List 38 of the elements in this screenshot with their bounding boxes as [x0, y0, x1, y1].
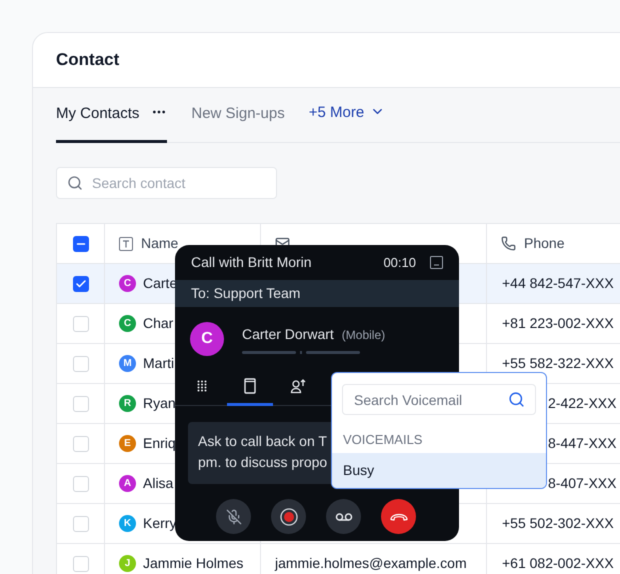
- avatar: J: [119, 555, 136, 572]
- column-header: Name: [141, 234, 178, 253]
- contact-name: Carter Dorwart: [242, 325, 334, 344]
- table-cell-text: +44 842-547-XXX: [502, 274, 614, 293]
- table-cell-text: Enriq: [143, 434, 176, 453]
- table-cell-text: +81 223-002-XXX: [502, 314, 614, 333]
- avatar: R: [119, 395, 136, 412]
- column-header: Phone: [524, 234, 564, 253]
- call-title: Call with Britt Morin: [191, 253, 312, 272]
- tab-label: New Sign-ups: [191, 104, 285, 124]
- table-cell-text: Ryan: [143, 394, 176, 413]
- recipient-bar: To: Support Team: [175, 280, 459, 307]
- avatar: M: [119, 355, 136, 372]
- avatar: C: [119, 275, 136, 292]
- note-text: Ask to call back on T: [198, 432, 327, 450]
- table-cell-text: 2-422-XXX: [548, 394, 616, 413]
- table-cell-text: +55 582-322-XXX: [502, 354, 614, 373]
- table-cell-text: +61 082-002-XXX: [502, 554, 614, 573]
- section-label: VOICEMAILS: [343, 430, 422, 448]
- avatar: E: [119, 435, 136, 452]
- avatar: A: [119, 475, 136, 492]
- table-cell-text: Jammie Holmes: [143, 554, 244, 573]
- table-cell-text: 8-407-XXX: [548, 474, 616, 493]
- phone-type: (Mobile): [342, 327, 386, 344]
- table-cell-text: +55 502-302-XXX: [502, 514, 614, 533]
- table-cell-text: Kerry: [143, 514, 176, 533]
- call-timer: 00:10: [383, 254, 416, 272]
- table-cell-text: 8-447-XXX: [548, 434, 616, 453]
- page-title: Contact: [56, 49, 120, 72]
- table-cell-text: Marti: [143, 354, 174, 373]
- note-text: pm. to discuss propo: [198, 453, 328, 471]
- avatar: C: [119, 315, 136, 332]
- table-cell-text: Alisa: [143, 474, 174, 493]
- table-cell-text: Char: [143, 314, 174, 333]
- contact-avatar: C: [190, 322, 224, 356]
- avatar: K: [119, 515, 136, 532]
- tab-label: My Contacts: [56, 104, 140, 124]
- table-cell-text: jammie.holmes@example.com: [275, 554, 467, 573]
